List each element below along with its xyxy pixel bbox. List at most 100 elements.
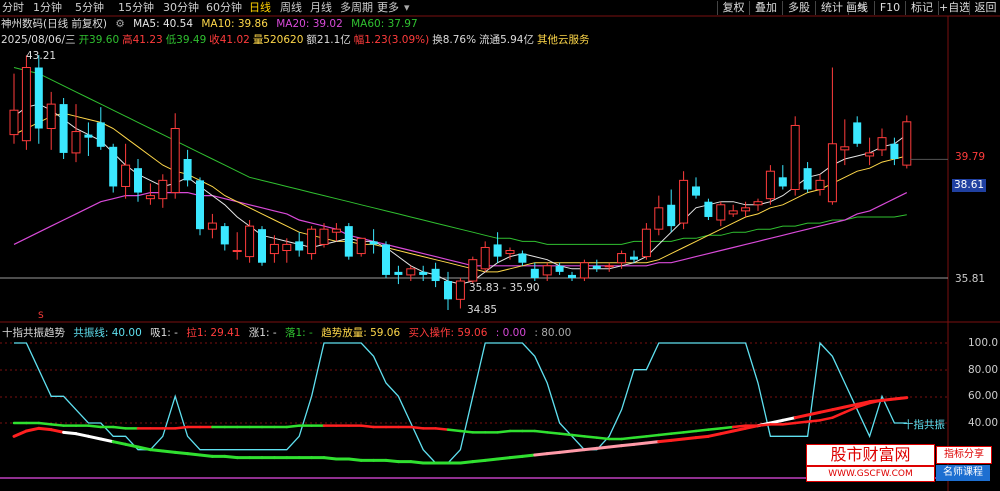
candle-body [518, 253, 527, 263]
candle-body [827, 143, 837, 203]
candle-body [59, 104, 68, 153]
overlay-button[interactable]: 叠加 [749, 1, 782, 15]
v1-value: : 0.00 [495, 327, 527, 339]
ind-axis-40: 40.00 [968, 417, 999, 429]
trend-segment [49, 428, 66, 434]
candle-body [344, 226, 353, 257]
ma60-line [13, 67, 907, 245]
draw-line-button[interactable]: 画线 [842, 1, 872, 15]
trend-segment [719, 429, 735, 436]
period-multi[interactable]: 多周期 [340, 1, 373, 14]
period-15min[interactable]: 15分钟 [118, 1, 154, 14]
period-1min[interactable]: 1分钟 [33, 1, 62, 14]
ma10-value: MA10: 39.86 [201, 18, 268, 30]
candle [34, 55, 43, 144]
trend-segment [186, 452, 202, 457]
candle [71, 104, 81, 163]
period-monthly[interactable]: 月线 [310, 1, 332, 14]
turnover: 换8.76% [432, 34, 477, 46]
candle-body [207, 222, 217, 230]
period-fenshi[interactable]: 分时 [2, 1, 24, 14]
candle-body [630, 256, 638, 260]
trend-segment [520, 453, 537, 458]
trend-segment [669, 437, 686, 442]
band-segment [87, 424, 103, 429]
candle [245, 220, 255, 263]
trend-segment [24, 426, 41, 433]
trend-segment [582, 446, 599, 452]
candle [406, 265, 416, 282]
band-segment [111, 425, 127, 430]
close-price: 收41.02 [209, 34, 250, 46]
add-watchlist-button[interactable]: +自选 [938, 1, 970, 15]
band-segment [880, 397, 896, 402]
candle [679, 171, 689, 230]
candle-body [641, 228, 651, 258]
candle [778, 165, 787, 190]
band-segment [533, 429, 549, 434]
price-axis-high: 39.79 [955, 151, 986, 163]
trend-segment [607, 444, 624, 449]
band-segment [632, 435, 648, 439]
stock-app: 分时 1分钟 5分钟 15分钟 30分钟 60分钟 日线 周线 月线 多周期 更… [0, 0, 1000, 491]
settings-gear-icon[interactable]: ⚙ [115, 18, 124, 30]
ma20-value: MA20: 39.02 [276, 18, 343, 30]
candle-body [790, 124, 800, 191]
candle-body [865, 152, 875, 157]
band-segment [595, 436, 611, 441]
candle-body [21, 67, 31, 142]
mark-button[interactable]: 标记 [905, 1, 938, 15]
multi-stock-button[interactable]: 多股 [782, 1, 815, 15]
trend-segment [793, 413, 810, 420]
trend-segment [99, 437, 115, 444]
candle [468, 256, 478, 285]
candle-body [555, 265, 564, 272]
period-5min[interactable]: 5分钟 [75, 1, 104, 14]
f10-button[interactable]: F10 [874, 1, 905, 15]
candle [455, 277, 465, 309]
trend-segment [12, 429, 28, 438]
period-30min[interactable]: 30分钟 [163, 1, 199, 14]
candle [295, 232, 304, 257]
trend-segment [830, 405, 847, 412]
trend-segment [124, 442, 140, 449]
candle [790, 116, 800, 196]
back-button[interactable]: 返回 [969, 1, 1000, 15]
period-daily[interactable]: 日线 [249, 1, 271, 14]
period-more[interactable]: 更多 [377, 1, 399, 14]
candle [369, 229, 378, 254]
resonance-tag: 十指共振 [903, 419, 945, 431]
candle [667, 189, 676, 233]
fuquan-button[interactable]: 复权 [717, 1, 749, 15]
trend-segment [347, 457, 363, 462]
candle [480, 241, 490, 272]
low-price: 低39.49 [165, 34, 207, 46]
candle-body [592, 265, 601, 269]
resonance-value: 共振线: 40.00 [73, 327, 142, 339]
candle-body [356, 237, 366, 255]
candle [170, 113, 180, 199]
float-shares: 流通5.94亿 [479, 34, 534, 46]
period-60min[interactable]: 60分钟 [206, 1, 242, 14]
candle-body [604, 265, 614, 268]
range-mark-label: 35.83 - 35.90 [469, 282, 540, 294]
watermark-url: WWW.GSCFW.COM [806, 466, 935, 482]
trend-value: 趋势放量: 59.06 [321, 327, 401, 339]
candle [518, 250, 527, 266]
candle-body [220, 226, 229, 245]
candle [196, 177, 204, 236]
period-weekly[interactable]: 周线 [280, 1, 302, 14]
sector-link[interactable]: 其他云服务 [537, 34, 590, 46]
resonance-line [14, 341, 907, 464]
band-segment [657, 432, 673, 437]
candle [84, 122, 93, 156]
candle-body [840, 146, 850, 151]
candle-body [232, 250, 242, 253]
candle [121, 143, 131, 199]
s-mark: S [38, 311, 44, 321]
candle-body [134, 168, 142, 193]
indicator-name[interactable]: 十指共振趋势 [2, 327, 65, 339]
candle-body [455, 280, 465, 300]
candle [641, 223, 651, 260]
chevron-down-icon[interactable]: ▾ [404, 1, 410, 14]
